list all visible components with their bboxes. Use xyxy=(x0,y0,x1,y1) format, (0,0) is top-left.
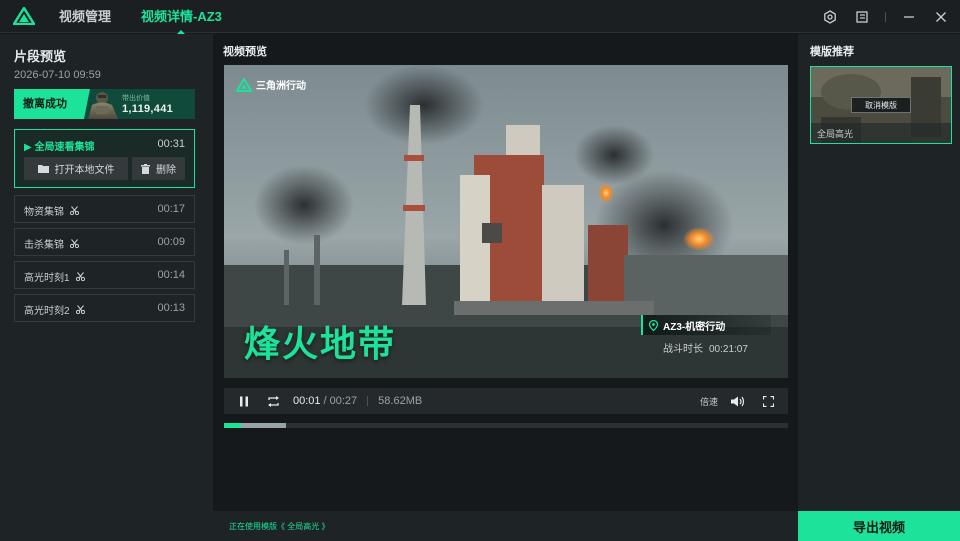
clip-item[interactable]: 击杀集锦 00:09 xyxy=(14,228,195,256)
pause-icon xyxy=(240,396,248,406)
operation-name: AZ3-机密行动 xyxy=(641,315,771,335)
minimize-button[interactable] xyxy=(900,8,918,26)
clip-item-label: 击杀集锦 xyxy=(24,240,64,251)
clip-item-duration: 00:13 xyxy=(157,302,185,314)
minimize-icon xyxy=(904,15,914,18)
window-controls xyxy=(821,0,950,33)
clip-item-duration: 00:31 xyxy=(157,138,185,150)
notes-button[interactable] xyxy=(853,8,871,26)
clip-item-duration: 00:14 xyxy=(157,269,185,281)
playback-speed-button[interactable]: 倍速 xyxy=(700,395,718,408)
cancel-template-button[interactable]: 取消模版 xyxy=(851,97,911,113)
progress-played xyxy=(224,423,241,428)
status-footer: 正在使用模版《 全局高光 》 xyxy=(213,511,798,541)
battle-duration-value: 00:21:07 xyxy=(709,344,748,355)
close-icon xyxy=(936,11,946,22)
clip-item-active[interactable]: ▶ 全局速看集锦 00:31 打开本地文件 删除 xyxy=(14,129,195,188)
clip-item-label: 物资集锦 xyxy=(24,207,64,218)
volume-button[interactable] xyxy=(730,393,746,409)
settings-button[interactable] xyxy=(821,8,839,26)
operator-avatar xyxy=(76,89,118,119)
record-date: 2026-07-10 09:59 xyxy=(14,69,101,81)
delete-label: 删除 xyxy=(156,165,176,176)
clip-item[interactable]: 高光时刻2 00:13 xyxy=(14,294,195,322)
open-local-file-button[interactable]: 打开本地文件 xyxy=(24,157,128,180)
mode-title: 烽火地带 xyxy=(244,323,397,364)
carried-value-amount: 1,119,441 xyxy=(122,103,174,115)
location-pin-icon xyxy=(649,319,658,331)
pause-button[interactable] xyxy=(236,393,252,409)
battle-duration-label: 战斗时长 xyxy=(663,344,703,355)
tab-video-detail-label: 视频详情-AZ3 xyxy=(141,8,222,24)
app-window: 视频管理 视频详情-AZ3 片段预览 2026-07-10 09:59 撤离成功… xyxy=(0,0,960,541)
settings-icon xyxy=(824,9,836,24)
current-time: 00:01 xyxy=(293,395,321,407)
clip-item-title: 击杀集锦 xyxy=(24,236,79,251)
open-local-file-label: 打开本地文件 xyxy=(54,165,115,176)
extraction-status-badge: 撤离成功 xyxy=(14,89,80,119)
folder-icon xyxy=(37,165,49,173)
game-watermark: 三角洲行动 xyxy=(236,77,306,92)
close-button[interactable] xyxy=(932,8,950,26)
file-size: 58.62MB xyxy=(378,395,423,407)
scissors-icon xyxy=(75,305,85,314)
clip-item[interactable]: 物资集锦 00:17 xyxy=(14,195,195,223)
match-result-card: 撤离成功 带出价值 1,119,441 xyxy=(14,89,195,119)
active-tab-indicator xyxy=(177,29,186,34)
volume-icon xyxy=(731,396,745,406)
delete-button[interactable]: 删除 xyxy=(132,157,185,180)
fullscreen-icon xyxy=(762,395,774,407)
controls-divider xyxy=(367,396,369,406)
clip-item-label: 高光时刻2 xyxy=(24,306,70,317)
total-time: / 00:27 xyxy=(323,395,358,407)
clip-item-label: 全局速看集锦 xyxy=(34,142,95,153)
video-player[interactable]: 三角洲行动 烽火地带 AZ3-机密行动 战斗时长 00:21:07 xyxy=(224,65,788,378)
tab-video-management[interactable]: 视频管理 xyxy=(59,0,111,33)
title-bar: 视频管理 视频详情-AZ3 xyxy=(0,0,960,34)
template-name: 全局高光 xyxy=(817,129,854,139)
carried-value: 带出价值 1,119,441 xyxy=(122,93,173,115)
template-status-text: 正在使用模版《 全局高光 》 xyxy=(229,522,330,531)
clip-item-label: 高光时刻1 xyxy=(24,273,70,284)
operation-card: AZ3-机密行动 战斗时长 00:21:07 xyxy=(641,315,771,355)
clip-item-duration: 00:17 xyxy=(157,203,185,215)
clip-item-title: ▶ 全局速看集锦 xyxy=(24,138,94,153)
player-controls: 00:01 / 00:27 58.62MB 倍速 xyxy=(224,388,788,414)
clip-preview-panel: 片段预览 2026-07-10 09:59 撤离成功 带出价值 1,119,44… xyxy=(0,34,213,541)
tab-video-detail[interactable]: 视频详情-AZ3 xyxy=(141,0,222,34)
panel-title: 视频预览 xyxy=(223,46,267,58)
clip-item[interactable]: 高光时刻1 00:14 xyxy=(14,261,195,289)
panel-title: 片段预览 xyxy=(14,49,67,64)
window-controls-divider xyxy=(885,11,886,22)
scissors-icon xyxy=(70,206,79,215)
video-preview-panel: 视频预览 三角洲行动 烽火地带 AZ3-机密行动 战斗时长 00:21:07 0… xyxy=(213,34,798,541)
battle-duration: 战斗时长 00:21:07 xyxy=(663,340,748,355)
clip-item-duration: 00:09 xyxy=(157,236,185,248)
template-card[interactable]: 取消模版 全局高光 xyxy=(810,66,952,144)
loop-icon xyxy=(267,395,279,407)
play-arrow-icon: ▶ xyxy=(24,142,35,153)
scissors-icon xyxy=(70,239,79,248)
loop-button[interactable] xyxy=(265,393,281,409)
tab-video-management-label: 视频管理 xyxy=(59,8,112,24)
progress-bar[interactable] xyxy=(224,423,788,428)
clip-item-title: 高光时刻1 xyxy=(24,269,85,284)
document-icon xyxy=(856,10,868,23)
clip-item-title: 物资集锦 xyxy=(24,203,79,218)
scissors-icon xyxy=(75,272,85,281)
carried-value-label: 带出价值 xyxy=(122,95,150,102)
panel-title: 模版推荐 xyxy=(810,46,854,58)
clip-item-title: 高光时刻2 xyxy=(24,302,85,317)
export-video-button[interactable]: 导出视频 xyxy=(798,511,960,541)
operation-name-label: AZ3-机密行动 xyxy=(663,321,726,333)
game-logo-icon xyxy=(236,77,252,92)
app-logo-icon xyxy=(13,7,35,25)
trash-icon xyxy=(141,163,150,174)
game-watermark-label: 三角洲行动 xyxy=(256,81,306,92)
template-panel: 模版推荐 取消模版 全局高光 导出视频 xyxy=(798,34,960,541)
fullscreen-button[interactable] xyxy=(760,393,776,409)
